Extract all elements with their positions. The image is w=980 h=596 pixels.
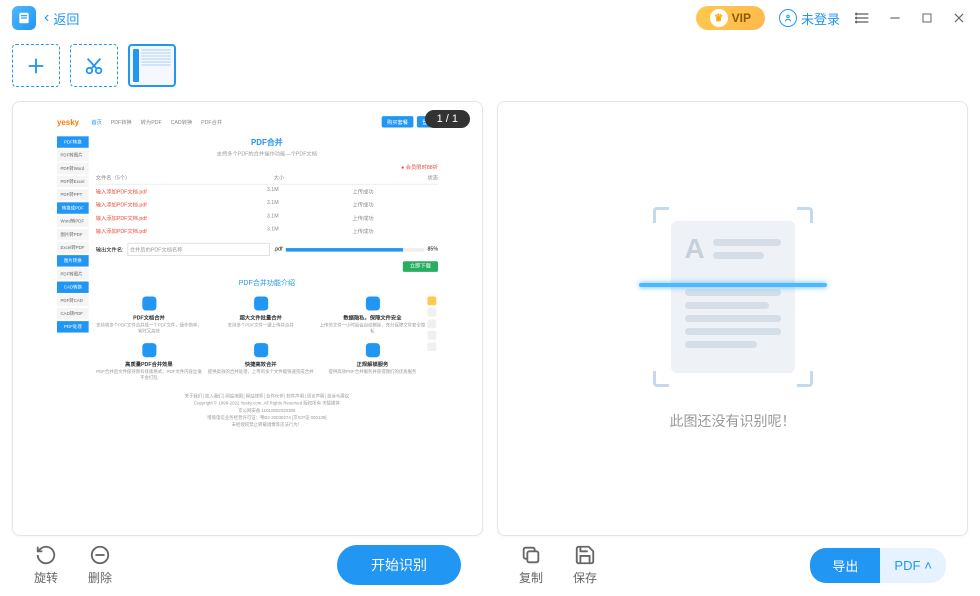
menu-icon[interactable] xyxy=(854,9,872,27)
main-area: 1 / 1 yesky 首页PDF转换转为PDFCAD转换PDF合并 购买套餐 … xyxy=(0,101,980,536)
rotate-label: 旋转 xyxy=(34,569,58,586)
vip-badge[interactable]: ♛ VIP xyxy=(696,6,765,30)
page-indicator: 1 / 1 xyxy=(425,110,470,128)
preview-sidebar: PDF转换 PDF转图片 PDF转Word PDF转Excel PDF转PPT … xyxy=(57,136,89,428)
user-icon xyxy=(779,9,797,27)
copy-button[interactable]: 复制 xyxy=(519,544,543,586)
copy-label: 复制 xyxy=(519,569,543,586)
empty-state-text: 此图还没有识别呢！ xyxy=(670,411,796,431)
preview-title: PDF合并 xyxy=(96,136,438,147)
chevron-left-icon: ‹ xyxy=(44,9,49,27)
minimize-button[interactable] xyxy=(886,9,904,27)
maximize-button[interactable] xyxy=(918,9,936,27)
result-panel: A 此图还没有识别呢！ xyxy=(497,101,968,536)
crown-icon: ♛ xyxy=(710,9,728,27)
rotate-button[interactable]: 旋转 xyxy=(34,544,58,586)
export-format-button[interactable]: PDF ˄ xyxy=(880,548,946,583)
titlebar: ‹ 返回 ♛ VIP 未登录 xyxy=(0,0,980,36)
scan-illustration: A xyxy=(653,207,813,387)
back-label: 返回 xyxy=(53,9,79,28)
recognize-button[interactable]: 开始识别 xyxy=(337,545,461,585)
vip-label: VIP xyxy=(732,11,751,25)
login-button[interactable]: 未登录 xyxy=(779,9,840,28)
bottom-bar: 旋转 删除 开始识别 复制 保存 导出 PDF ˄ xyxy=(0,536,980,596)
preview-logo: yesky xyxy=(57,117,79,126)
cut-button[interactable] xyxy=(70,44,118,87)
add-button[interactable] xyxy=(12,44,60,87)
back-button[interactable]: ‹ 返回 xyxy=(44,9,79,28)
save-button[interactable]: 保存 xyxy=(573,544,597,586)
delete-label: 删除 xyxy=(88,569,112,586)
chevron-up-icon: ˄ xyxy=(924,558,932,573)
close-button[interactable] xyxy=(950,9,968,27)
app-icon xyxy=(12,6,36,30)
delete-button[interactable]: 删除 xyxy=(88,544,112,586)
export-button[interactable]: 导出 xyxy=(810,548,880,583)
page-thumbnail-1[interactable] xyxy=(128,44,176,87)
document-preview: yesky 首页PDF转换转为PDFCAD转换PDF合并 购买套餐 登录 PDF… xyxy=(41,102,454,439)
preview-nav: 首页PDF转换转为PDFCAD转换PDF合并 xyxy=(91,118,222,126)
toolbar xyxy=(0,36,980,101)
login-label: 未登录 xyxy=(801,9,840,28)
export-format-label: PDF xyxy=(894,558,920,573)
save-label: 保存 xyxy=(573,569,597,586)
preview-panel: 1 / 1 yesky 首页PDF转换转为PDFCAD转换PDF合并 购买套餐 … xyxy=(12,101,483,536)
